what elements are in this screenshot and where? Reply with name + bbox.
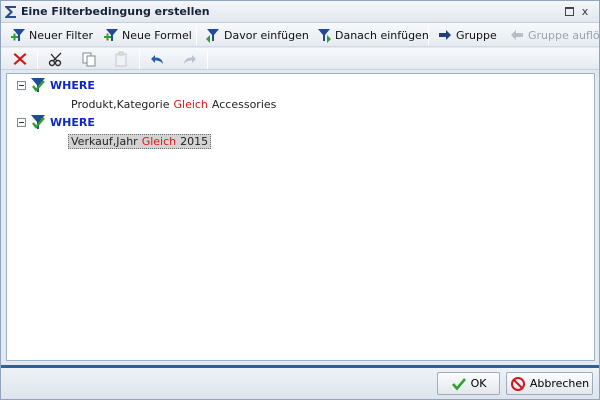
toolbar-separator xyxy=(207,50,208,69)
cancel-icon xyxy=(510,376,525,391)
cancel-label: Abbrechen xyxy=(529,377,590,390)
sigma-filter-icon xyxy=(5,6,16,18)
delete-icon[interactable] xyxy=(12,51,28,67)
maximize-button[interactable] xyxy=(563,6,575,18)
insert-after-label: Danach einfügen xyxy=(335,28,429,42)
where-keyword: WHERE xyxy=(50,115,95,129)
checkmark-icon xyxy=(451,377,466,390)
toolbar-separator xyxy=(196,26,197,45)
main-toolbar: Neuer Filter Neue Formel Davor einfügen … xyxy=(1,23,600,47)
condition-operator: Gleich xyxy=(141,134,177,148)
condition-text: Produkt,Kategorie Gleich Accessories xyxy=(71,98,276,111)
toolbar-separator xyxy=(428,26,429,45)
new-filter-button[interactable]: Neuer Filter xyxy=(10,26,93,44)
filter-add-icon xyxy=(11,29,25,41)
close-button[interactable]: x xyxy=(579,6,591,18)
footer-bar: OK Abbrechen xyxy=(1,368,599,399)
condition-text: Verkauf,Jahr Gleich 2015 xyxy=(68,133,212,149)
collapse-toggle[interactable] xyxy=(17,117,26,127)
filter-dialog: Eine Filterbedingung erstellen x Neuer F… xyxy=(0,0,600,400)
condition-node[interactable]: Produkt,Kategorie Gleich Accessories xyxy=(71,96,276,112)
group-icon xyxy=(439,30,451,40)
ok-label: OK xyxy=(470,377,487,390)
toolbar-separator xyxy=(139,50,140,69)
filter-tree-panel[interactable]: WHERE Produkt,Kategorie Gleich Accessories… xyxy=(6,73,595,361)
condition-operator: Gleich xyxy=(173,97,208,111)
ungroup-label: Gruppe auflösen xyxy=(528,28,600,42)
where-node[interactable]: WHERE xyxy=(17,77,95,93)
condition-value: Accessories xyxy=(211,97,277,111)
ok-button[interactable]: OK xyxy=(437,372,500,395)
condition-field: Produkt,Kategorie xyxy=(71,97,170,111)
insert-before-button[interactable]: Davor einfügen xyxy=(205,26,309,44)
condition-node-selected[interactable]: Verkauf,Jahr Gleich 2015 xyxy=(68,133,212,149)
dialog-title: Eine Filterbedingung erstellen xyxy=(21,5,210,18)
collapse-toggle[interactable] xyxy=(17,80,26,90)
condition-field: Verkauf,Jahr xyxy=(71,134,138,148)
cancel-button[interactable]: Abbrechen xyxy=(506,372,593,395)
maximize-icon xyxy=(564,7,574,16)
ungroup-button[interactable]: Gruppe auflösen xyxy=(509,26,600,44)
condition-value: 2015 xyxy=(180,134,209,148)
paste-icon[interactable] xyxy=(113,51,129,67)
formula-add-icon xyxy=(104,29,118,41)
redo-icon[interactable] xyxy=(181,51,197,67)
edit-toolbar xyxy=(1,48,599,70)
new-formula-button[interactable]: Neue Formel xyxy=(103,26,192,44)
new-filter-label: Neuer Filter xyxy=(29,28,93,42)
where-node[interactable]: WHERE xyxy=(17,114,95,130)
cut-icon[interactable] xyxy=(48,51,64,67)
new-formula-label: Neue Formel xyxy=(122,28,192,42)
where-filter-icon xyxy=(31,78,45,92)
insert-after-icon xyxy=(318,29,331,43)
undo-icon[interactable] xyxy=(150,51,166,67)
group-button[interactable]: Gruppe xyxy=(437,26,497,44)
where-keyword: WHERE xyxy=(50,78,95,92)
copy-icon[interactable] xyxy=(81,51,97,67)
toolbar-separator xyxy=(37,50,38,69)
insert-before-label: Davor einfügen xyxy=(224,28,309,42)
where-filter-icon xyxy=(31,115,45,129)
insert-before-icon xyxy=(206,29,219,43)
group-label: Gruppe xyxy=(456,28,497,42)
ungroup-icon xyxy=(511,30,523,40)
insert-after-button[interactable]: Danach einfügen xyxy=(316,26,429,44)
title-bar[interactable]: Eine Filterbedingung erstellen x xyxy=(1,1,599,23)
